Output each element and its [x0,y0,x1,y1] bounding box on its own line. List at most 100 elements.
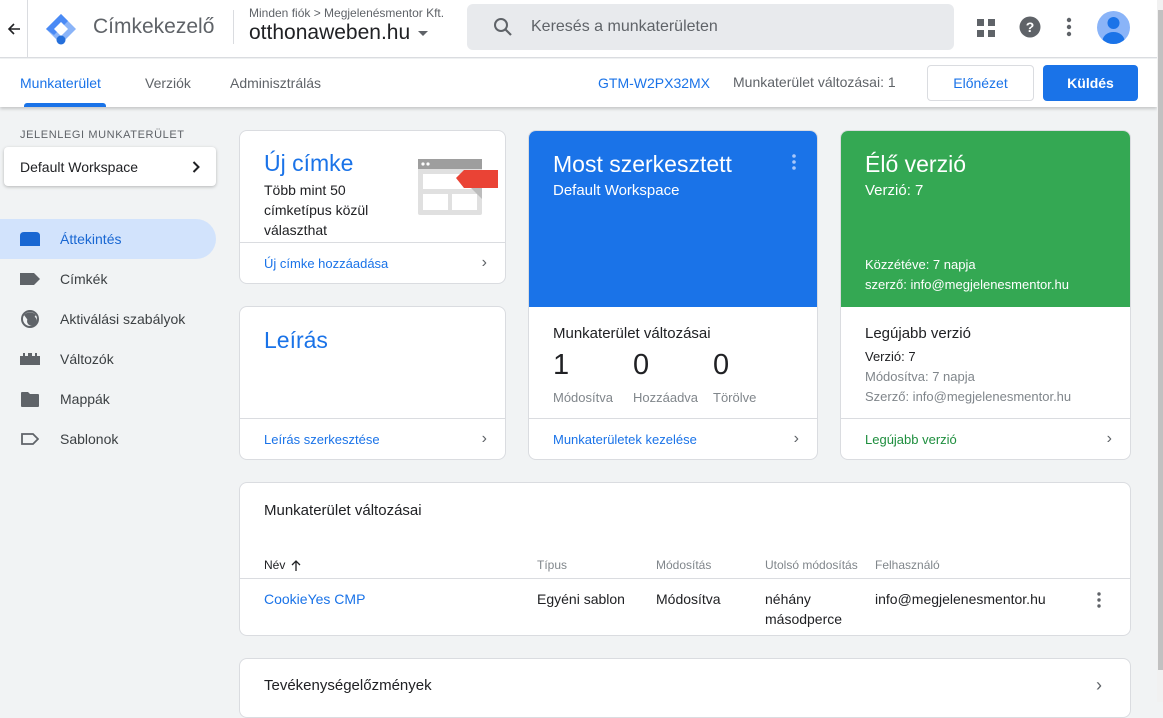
search-bar[interactable] [467,4,954,50]
account-avatar-icon [1102,17,1125,44]
row-user: info@megjelenesmentor.hu [875,591,1046,607]
apps-grid-icon[interactable] [977,19,995,37]
add-new-tag-link[interactable]: Új címke hozzáadása › [240,242,505,283]
active-tab-indicator [24,103,106,107]
container-id-link[interactable]: GTM-W2PX32MX [598,75,710,91]
trigger-icon [20,309,40,329]
tab-workspace[interactable]: Munkaterület [20,75,101,91]
column-header-name[interactable]: Név [264,558,301,572]
sidebar-item-label: Mappák [60,391,110,407]
edit-description-link[interactable]: Leírás szerkesztése › [240,418,505,459]
workspace-selector[interactable]: Default Workspace [4,147,216,186]
sidebar-item-folders[interactable]: Mappák [0,379,216,419]
sort-ascending-icon [291,559,301,571]
workspace-changes-table-card: Munkaterület változásai Név Típus Módosí… [239,482,1131,636]
svg-text:?: ? [1026,19,1035,35]
sidebar-item-variables[interactable]: Változók [0,339,216,379]
tag-icon [20,269,40,289]
edit-description-label: Leírás szerkesztése [264,431,380,447]
sidebar-item-label: Áttekintés [60,231,122,247]
latest-version-modified: Módosítva: 7 napja [865,369,975,384]
scrollbar-thumb[interactable] [1158,10,1163,670]
live-version-card: Élő verzió Verzió: 7 Közzétéve: 7 napja … [840,130,1131,460]
more-vert-icon[interactable] [791,154,797,170]
live-version-number: Verzió: 7 [865,182,924,199]
tab-admin[interactable]: Adminisztrálás [230,75,321,91]
sidebar-item-tags[interactable]: Címkék [0,259,216,299]
description-card: Leírás Leírás szerkesztése › [239,306,506,460]
breadcrumb[interactable]: Minden fiók > Megjelenésmentor Kft. [249,6,444,20]
added-count: 0 [633,349,650,381]
workspace-changes-summary: Munkaterület változásai 1 0 0 Módosítva … [553,325,813,415]
folder-icon [20,389,40,409]
overview-icon [20,229,40,249]
sidebar-item-label: Címkék [60,271,108,287]
container-name: otthonaweben.hu [249,21,411,44]
tab-versions[interactable]: Verziók [145,75,191,91]
latest-version-link[interactable]: Legújabb verzió › [841,418,1130,459]
chevron-right-icon [192,160,200,173]
variable-icon [20,349,40,369]
caret-down-icon [418,30,429,36]
chevron-right-icon: › [1106,430,1112,447]
search-icon [494,18,512,36]
new-tag-card[interactable]: Új címke Több mint 50 címketípus közül v… [239,130,506,284]
workspace-changes-count: Munkaterület változásai: 1 [733,74,896,90]
table-title: Munkaterület változásai [264,502,422,519]
latest-version-label: Legújabb verzió [865,431,957,447]
back-button[interactable] [0,0,28,58]
account-avatar[interactable] [1097,11,1130,44]
column-header-last-modified[interactable]: Utolsó módosítás [765,558,858,572]
container-selector[interactable]: otthonaweben.hu [249,21,429,45]
sidebar-item-label: Aktiválási szabályok [60,311,186,327]
changes-title: Munkaterület változásai [553,325,711,342]
column-header-user[interactable]: Felhasználó [875,558,940,572]
activity-history-card[interactable]: Tevékenységelőzmények › [239,658,1131,718]
table-header-divider [240,578,1130,579]
more-vert-icon[interactable] [1066,17,1072,37]
row-name-link[interactable]: CookieYes CMP [264,589,365,609]
modified-label: Módosítva [553,390,613,405]
workspace-name: Default Workspace [20,158,139,175]
sidebar-item-label: Sablonok [60,431,119,447]
current-workspace-label: JELENLEGI MUNKATERÜLET [20,129,185,141]
new-tag-title: Új címke [264,150,354,176]
sidebar-item-triggers[interactable]: Aktiválási szabályok [0,299,216,339]
new-tag-description: Több mint 50 címketípus közül választhat [264,182,369,238]
activity-history-title: Tevékenységelőzmények [264,677,432,694]
column-header-label: Név [264,558,286,572]
more-vert-icon[interactable] [1096,592,1102,608]
column-header-change[interactable]: Módosítás [656,558,711,572]
latest-version-title: Legújabb verzió [865,325,971,342]
gtm-logo-icon [46,14,76,45]
header-divider [233,10,234,44]
page-scrollbar[interactable] [1157,0,1163,702]
live-version-title: Élő verzió [865,151,966,177]
deleted-label: Törölve [713,390,757,405]
manage-workspaces-link[interactable]: Munkaterületek kezelése › [529,418,817,459]
sidebar-item-templates[interactable]: Sablonok [0,419,216,459]
sidebar-item-label: Változók [60,351,114,367]
latest-version-number: Verzió: 7 [865,349,916,364]
preview-button[interactable]: Előnézet [927,65,1034,101]
help-icon[interactable]: ? [1019,16,1041,38]
live-version-author: szerző: info@megjelenesmentor.hu [865,277,1069,292]
recently-edited-title: Most szerkesztett [553,151,732,177]
added-label: Hozzáadva [633,390,699,405]
sidebar-item-overview[interactable]: Áttekintés [0,219,216,259]
recently-edited-card: Most szerkesztett Default Workspace Munk… [528,130,818,460]
manage-workspaces-label: Munkaterületek kezelése [553,431,697,447]
recently-edited-workspace: Default Workspace [553,182,680,199]
submit-button[interactable]: Küldés [1043,65,1138,101]
chevron-right-icon: › [1096,675,1102,695]
row-last-modified: néhány másodperce [765,591,843,627]
column-header-type[interactable]: Típus [537,558,567,572]
latest-version-author: Szerző: info@megjelenesmentor.hu [865,389,1072,404]
row-type: Egyéni sablon [537,591,625,607]
search-input[interactable] [531,18,931,36]
deleted-count: 0 [713,349,730,381]
app-name: Címkekezelő [93,15,215,38]
template-icon [20,429,40,449]
add-new-tag-label: Új címke hozzáadása [264,255,389,271]
arrow-left-icon [7,23,20,35]
